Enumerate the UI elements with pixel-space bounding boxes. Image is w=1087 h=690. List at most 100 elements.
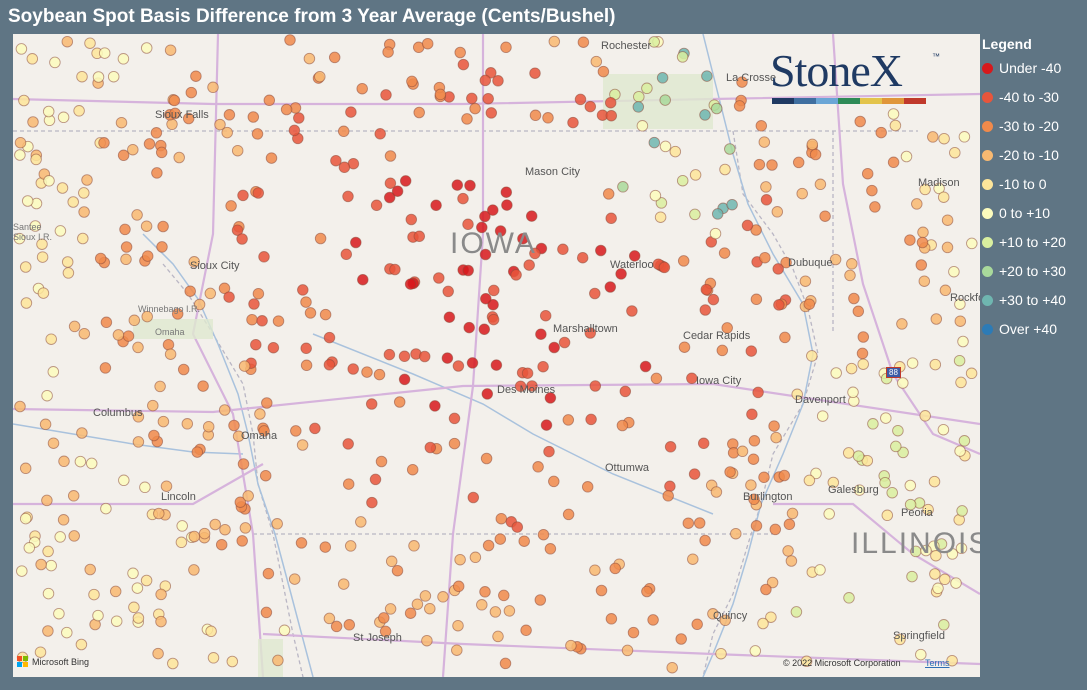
basis-dot[interactable] [758, 136, 771, 148]
basis-dot[interactable] [866, 184, 878, 197]
basis-dot[interactable] [115, 116, 128, 129]
basis-dot[interactable] [154, 380, 166, 393]
basis-dot[interactable] [157, 415, 170, 428]
basis-dot[interactable] [958, 131, 971, 143]
basis-dot[interactable] [239, 522, 252, 534]
basis-dot[interactable] [757, 617, 769, 630]
map-canvas[interactable]: Rochester La Crosse Sioux Falls Mason Ci… [13, 34, 980, 677]
basis-dot[interactable] [939, 573, 951, 586]
basis-dot[interactable] [887, 108, 900, 120]
basis-dot[interactable] [247, 111, 260, 123]
basis-dot[interactable] [518, 535, 530, 547]
basis-dot[interactable] [589, 564, 601, 576]
basis-dot[interactable] [272, 315, 285, 327]
basis-dot[interactable] [492, 630, 504, 643]
basis-dot[interactable] [207, 652, 220, 664]
basis-dot[interactable] [949, 146, 961, 159]
basis-dot[interactable] [84, 563, 96, 576]
basis-dot[interactable] [42, 587, 55, 600]
basis-dot[interactable] [185, 86, 198, 99]
basis-dot[interactable] [539, 309, 552, 322]
basis-dot[interactable] [799, 275, 812, 287]
basis-dot[interactable] [39, 418, 52, 431]
basis-dot[interactable] [68, 530, 80, 542]
basis-dot[interactable] [537, 360, 549, 373]
basis-dot[interactable] [384, 603, 397, 615]
basis-dot[interactable] [73, 105, 85, 117]
basis-dot[interactable] [342, 190, 354, 203]
basis-dot[interactable] [424, 602, 436, 615]
basis-dot[interactable] [602, 188, 615, 200]
basis-dot[interactable] [263, 94, 276, 107]
basis-dot[interactable] [482, 539, 495, 552]
basis-dot[interactable] [779, 331, 791, 344]
basis-dot[interactable] [162, 338, 175, 351]
basis-dot[interactable] [94, 252, 107, 265]
basis-dot[interactable] [77, 232, 89, 245]
basis-dot[interactable] [380, 89, 392, 101]
basis-dot[interactable] [782, 545, 794, 557]
basis-dot[interactable] [749, 645, 762, 657]
basis-dot[interactable] [117, 149, 130, 162]
basis-dot[interactable] [132, 341, 144, 354]
basis-dot[interactable] [752, 386, 764, 399]
basis-dot[interactable] [675, 633, 687, 645]
basis-dot[interactable] [955, 376, 967, 389]
basis-dot[interactable] [918, 275, 931, 287]
basis-dot[interactable] [150, 127, 163, 139]
basis-dot[interactable] [485, 107, 498, 119]
basis-dot[interactable] [383, 348, 396, 361]
basis-dot[interactable] [647, 614, 659, 626]
basis-dot[interactable] [658, 261, 671, 274]
basis-dot[interactable] [132, 612, 145, 624]
basis-dot[interactable] [814, 564, 826, 576]
basis-dot[interactable] [454, 46, 466, 59]
basis-dot[interactable] [699, 109, 711, 121]
basis-dot[interactable] [99, 362, 112, 374]
basis-dot[interactable] [542, 112, 554, 124]
basis-dot[interactable] [597, 65, 610, 78]
basis-dot[interactable] [916, 236, 929, 249]
legend-item[interactable]: +20 to +30 [982, 261, 1066, 281]
basis-dot[interactable] [437, 591, 449, 603]
basis-dot[interactable] [119, 223, 131, 236]
basis-dot[interactable] [604, 96, 617, 109]
basis-dot[interactable] [548, 341, 560, 354]
basis-dot[interactable] [242, 490, 254, 502]
legend-item[interactable]: -10 to 0 [982, 174, 1046, 194]
basis-dot[interactable] [676, 174, 689, 187]
basis-dot[interactable] [252, 187, 265, 199]
basis-dot[interactable] [303, 52, 316, 65]
basis-dot[interactable] [892, 424, 904, 437]
basis-dot[interactable] [404, 607, 417, 619]
basis-dot[interactable] [272, 654, 284, 667]
basis-dot[interactable] [365, 398, 378, 410]
basis-dot[interactable] [501, 199, 513, 211]
basis-dot[interactable] [295, 537, 308, 549]
basis-dot[interactable] [319, 308, 332, 321]
basis-dot[interactable] [523, 259, 535, 271]
basis-dot[interactable] [480, 452, 493, 465]
basis-dot[interactable] [490, 359, 503, 371]
basis-dot[interactable] [347, 363, 359, 375]
basis-dot[interactable] [369, 473, 382, 486]
basis-dot[interactable] [540, 419, 553, 431]
basis-dot[interactable] [98, 47, 111, 59]
basis-dot[interactable] [857, 358, 869, 370]
basis-dot[interactable] [889, 119, 902, 132]
basis-dot[interactable] [521, 367, 534, 379]
basis-dot[interactable] [953, 354, 966, 367]
basis-dot[interactable] [676, 51, 689, 63]
basis-dot[interactable] [20, 297, 33, 309]
basis-dot[interactable] [481, 388, 494, 400]
basis-dot[interactable] [342, 478, 355, 490]
basis-dot[interactable] [356, 82, 368, 95]
basis-dot[interactable] [271, 518, 283, 530]
basis-dot[interactable] [904, 234, 916, 246]
basis-dot[interactable] [405, 213, 418, 226]
basis-dot[interactable] [340, 248, 353, 261]
basis-dot[interactable] [770, 431, 782, 444]
basis-dot[interactable] [510, 269, 522, 281]
basis-dot[interactable] [41, 389, 53, 402]
basis-dot[interactable] [157, 220, 169, 233]
